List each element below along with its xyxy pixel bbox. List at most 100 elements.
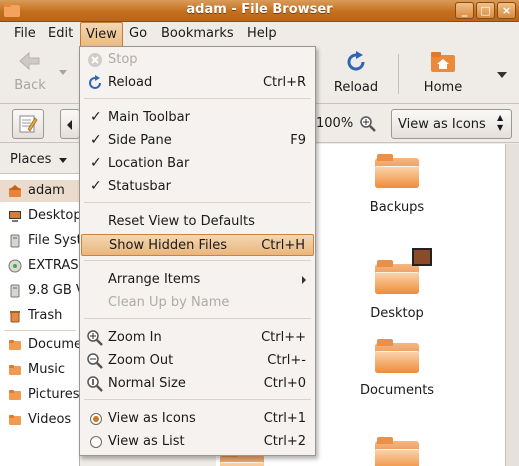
- sidebar-item-label: Desktop: [28, 208, 80, 223]
- menu-item-zoom-out[interactable]: Zoom Out Ctrl+-: [81, 350, 314, 372]
- back-label: Back: [14, 78, 46, 93]
- menu-item-label: Reload: [108, 75, 153, 90]
- menu-item-accel: Ctrl+R: [262, 75, 306, 90]
- toggle-location-button[interactable]: [12, 109, 44, 139]
- menu-item-main-toolbar[interactable]: ✓ Main Toolbar: [81, 107, 314, 129]
- menu-item-label: Main Toolbar: [108, 110, 190, 125]
- menu-item-label: Zoom In: [108, 330, 162, 345]
- menu-help[interactable]: Help: [247, 26, 277, 41]
- places-label: Places: [10, 152, 52, 167]
- menu-item-arrange-items[interactable]: Arrange Items: [81, 269, 314, 291]
- menu-item-view-list[interactable]: View as List Ctrl+2: [81, 431, 314, 453]
- menu-file[interactable]: File: [14, 26, 36, 41]
- file-label: Documents: [359, 383, 435, 398]
- radio-selected-icon: [90, 413, 102, 425]
- reload-label: Reload: [333, 80, 379, 95]
- zoom-out-icon: [87, 353, 103, 369]
- sidebar-item-label: Videos: [28, 412, 72, 427]
- menu-view[interactable]: View: [80, 22, 123, 47]
- menu-item-label: Stop: [108, 52, 138, 67]
- places-header[interactable]: Places: [0, 144, 80, 174]
- trash-icon: [10, 311, 20, 323]
- menu-bookmarks[interactable]: Bookmarks: [161, 26, 234, 41]
- menu-separator: [84, 399, 311, 400]
- radio-unselected-icon: [90, 436, 102, 448]
- back-arrow-icon: [19, 51, 40, 71]
- close-button[interactable]: ×: [497, 2, 516, 19]
- sidebar-item-filesystem[interactable]: File System: [0, 230, 80, 252]
- sidebar-item-extras[interactable]: EXTRAS: [0, 255, 80, 277]
- home-folder-icon: [431, 52, 455, 72]
- menu-edit[interactable]: Edit: [48, 26, 73, 41]
- minimize-button[interactable]: _: [455, 2, 474, 19]
- sidebar-item-trash[interactable]: Trash: [0, 305, 80, 327]
- reload-icon: [89, 75, 101, 89]
- sidebar-item-documents[interactable]: Documents: [0, 334, 80, 356]
- back-dropdown-icon[interactable]: [59, 70, 67, 75]
- menu-item-statusbar[interactable]: ✓ Statusbar: [81, 176, 314, 198]
- menu-item-accel: Ctrl+H: [261, 238, 305, 253]
- menu-separator: [84, 202, 311, 203]
- reload-button[interactable]: Reload: [333, 50, 379, 95]
- menu-item-zoom-in[interactable]: Zoom In Ctrl++: [81, 327, 314, 349]
- menu-item-stop[interactable]: Stop: [81, 49, 314, 71]
- sidebar-item-label: Trash: [28, 308, 63, 323]
- folder-icon: [9, 390, 21, 400]
- zoom-in-icon[interactable]: [360, 116, 376, 132]
- sidebar-separator: [4, 330, 76, 331]
- window-title: adam - File Browser: [186, 2, 333, 17]
- sidebar-item-volume[interactable]: 9.8 GB Volume: [0, 280, 80, 302]
- check-icon: ✓: [90, 109, 102, 125]
- sidebar-item-desktop[interactable]: Desktop: [0, 205, 80, 227]
- spinner-arrows-icon: ▲ ▼: [497, 113, 504, 132]
- sidebar-item-music[interactable]: Music: [0, 359, 80, 381]
- menu-item-view-icons[interactable]: View as Icons Ctrl+1: [81, 408, 314, 430]
- emblem-icon: [412, 248, 432, 266]
- side-pane: Places adam Desktop File System EXTRAS 9…: [0, 144, 80, 466]
- menu-item-accel: Ctrl+0: [263, 376, 306, 391]
- menu-item-location-bar[interactable]: ✓ Location Bar: [81, 153, 314, 175]
- menu-item-accel: Ctrl+1: [263, 411, 306, 426]
- menu-item-reset-view[interactable]: Reset View to Defaults: [81, 211, 314, 233]
- sidebar-item-label: EXTRAS: [28, 258, 79, 273]
- desktop-icon: [9, 211, 21, 222]
- toolbar-overflow-icon[interactable]: [497, 72, 507, 78]
- menu-go[interactable]: Go: [129, 26, 147, 41]
- sidebar-item-videos[interactable]: Videos: [0, 409, 80, 431]
- chevron-down-icon: [59, 158, 67, 163]
- drive-icon: [10, 234, 20, 248]
- menu-item-reload[interactable]: Reload Ctrl+R: [81, 72, 314, 94]
- sidebar-item-label: Documents: [28, 337, 80, 352]
- menu-item-accel: F9: [290, 133, 306, 148]
- menu-item-normal-size[interactable]: Normal Size Ctrl+0: [81, 373, 314, 395]
- maximize-button[interactable]: □: [476, 2, 495, 19]
- zoom-in-icon: [87, 330, 103, 346]
- home-icon: [9, 185, 21, 197]
- vertical-scrollbar[interactable]: [505, 144, 519, 466]
- check-icon: ✓: [90, 132, 102, 148]
- check-icon: ✓: [90, 155, 102, 171]
- path-left-button[interactable]: [60, 109, 80, 139]
- menu-item-label: Show Hidden Files: [109, 238, 227, 253]
- back-button[interactable]: Back: [10, 50, 50, 93]
- sidebar-item-label: Music: [28, 362, 65, 377]
- title-bar[interactable]: adam - File Browser _ □ ×: [0, 0, 519, 22]
- home-button[interactable]: Home: [420, 50, 466, 95]
- drive-icon: [10, 284, 20, 298]
- menu-item-label: Reset View to Defaults: [108, 214, 255, 229]
- zoom-normal-icon: [87, 376, 103, 392]
- reload-icon: [347, 51, 365, 71]
- home-label: Home: [423, 80, 463, 95]
- cdrom-icon: [8, 259, 22, 273]
- sidebar-item-label: Pictures: [28, 387, 80, 402]
- menu-separator: [84, 260, 311, 261]
- sidebar-item-adam[interactable]: adam: [0, 180, 80, 202]
- menu-item-show-hidden[interactable]: Show Hidden Files Ctrl+H: [81, 234, 314, 256]
- sidebar-item-pictures[interactable]: Pictures: [0, 384, 80, 406]
- menu-item-side-pane[interactable]: ✓ Side Pane F9: [81, 130, 314, 152]
- menu-item-clean-up[interactable]: Clean Up by Name: [81, 292, 314, 314]
- menu-item-label: Arrange Items: [108, 272, 201, 287]
- menu-item-label: Location Bar: [108, 156, 190, 171]
- view-mode-value: View as Icons: [398, 117, 486, 132]
- view-mode-select[interactable]: View as Icons ▲ ▼: [391, 109, 512, 139]
